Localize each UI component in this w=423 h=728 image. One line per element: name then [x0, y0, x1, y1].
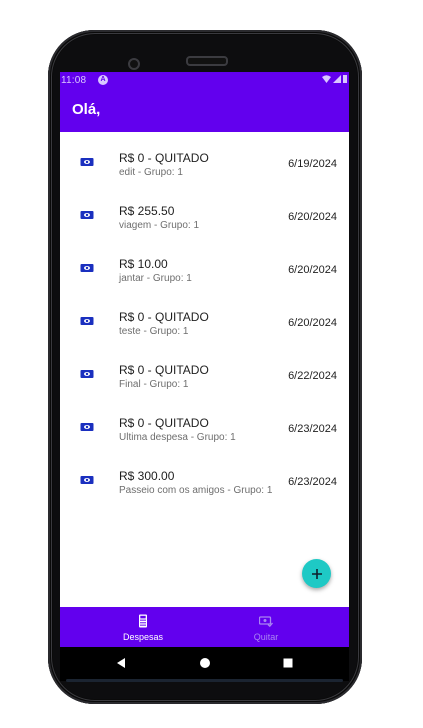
- money-bill-icon: [80, 158, 94, 166]
- calculator-icon: [139, 614, 147, 628]
- expense-date: 6/20/2024: [288, 211, 337, 223]
- battery-icon: [343, 75, 347, 83]
- signal-icon: [333, 75, 341, 83]
- list-item[interactable]: R$ 0 - QUITADO edit - Grupo: 1 6/19/2024: [60, 132, 349, 185]
- plus-icon: [311, 568, 322, 579]
- phone-chin: [66, 679, 343, 682]
- expense-date: 6/20/2024: [288, 264, 337, 276]
- nav-label: Quitar: [253, 632, 279, 642]
- money-bill-icon: [80, 423, 94, 431]
- status-time: 11:08: [61, 75, 87, 86]
- list-item[interactable]: R$ 255.50 viagem - Grupo: 1 6/20/2024: [60, 185, 349, 238]
- expense-amount: R$ 10.00: [119, 257, 168, 271]
- earpiece-speaker: [186, 56, 228, 66]
- expense-description: Passeio com os amigos - Grupo: 1: [119, 485, 273, 496]
- expense-description: edit - Grupo: 1: [119, 167, 183, 178]
- expense-amount: R$ 300.00: [119, 469, 175, 483]
- add-expense-button[interactable]: [302, 559, 331, 588]
- app-screen: 11:08 A Olá, R$ 0 - QUITADO edit - Grupo…: [60, 72, 349, 647]
- status-bar: 11:08 A: [60, 72, 349, 90]
- back-icon[interactable]: [115, 657, 127, 669]
- nav-item-quitar[interactable]: Quitar: [216, 607, 316, 647]
- expense-date: 6/20/2024: [288, 317, 337, 329]
- list-item[interactable]: R$ 0 - QUITADO teste - Grupo: 1 6/20/202…: [60, 291, 349, 344]
- list-item[interactable]: R$ 300.00 Passeio com os amigos - Grupo:…: [60, 450, 349, 503]
- accessibility-icon: A: [98, 75, 108, 85]
- bottom-navigation: Despesas Quitar: [60, 607, 349, 647]
- money-bill-icon: [80, 370, 94, 378]
- wifi-icon: [322, 75, 331, 83]
- recents-icon[interactable]: [282, 657, 294, 669]
- expense-description: teste - Grupo: 1: [119, 326, 189, 337]
- system-navigation-bar: [60, 647, 349, 681]
- money-bill-icon: [80, 264, 94, 272]
- app-bar: Olá,: [60, 90, 349, 132]
- expense-description: Final - Grupo: 1: [119, 379, 189, 390]
- list-item[interactable]: R$ 10.00 jantar - Grupo: 1 6/20/2024: [60, 238, 349, 291]
- expense-amount: R$ 255.50: [119, 204, 175, 218]
- expense-amount: R$ 0 - QUITADO: [119, 363, 209, 377]
- expense-description: Ultima despesa - Grupo: 1: [119, 432, 236, 443]
- expense-list: R$ 0 - QUITADO edit - Grupo: 1 6/19/2024…: [60, 132, 349, 503]
- page-title: Olá,: [72, 101, 101, 118]
- expense-description: jantar - Grupo: 1: [119, 273, 192, 284]
- money-check-icon: [259, 616, 273, 628]
- expense-description: viagem - Grupo: 1: [119, 220, 200, 231]
- money-bill-icon: [80, 476, 94, 484]
- expense-date: 6/23/2024: [288, 476, 337, 488]
- money-bill-icon: [80, 317, 94, 325]
- expense-date: 6/23/2024: [288, 423, 337, 435]
- nav-item-despesas[interactable]: Despesas: [93, 607, 193, 647]
- list-item[interactable]: R$ 0 - QUITADO Final - Grupo: 1 6/22/202…: [60, 344, 349, 397]
- status-icons: [322, 75, 347, 83]
- expense-date: 6/22/2024: [288, 370, 337, 382]
- phone-frame: 11:08 A Olá, R$ 0 - QUITADO edit - Grupo…: [48, 30, 362, 704]
- home-icon[interactable]: [199, 657, 211, 669]
- expense-amount: R$ 0 - QUITADO: [119, 151, 209, 165]
- front-camera: [128, 58, 140, 70]
- list-item[interactable]: R$ 0 - QUITADO Ultima despesa - Grupo: 1…: [60, 397, 349, 450]
- money-bill-icon: [80, 211, 94, 219]
- expense-date: 6/19/2024: [288, 158, 337, 170]
- expense-amount: R$ 0 - QUITADO: [119, 416, 209, 430]
- nav-label: Despesas: [122, 632, 164, 642]
- expense-amount: R$ 0 - QUITADO: [119, 310, 209, 324]
